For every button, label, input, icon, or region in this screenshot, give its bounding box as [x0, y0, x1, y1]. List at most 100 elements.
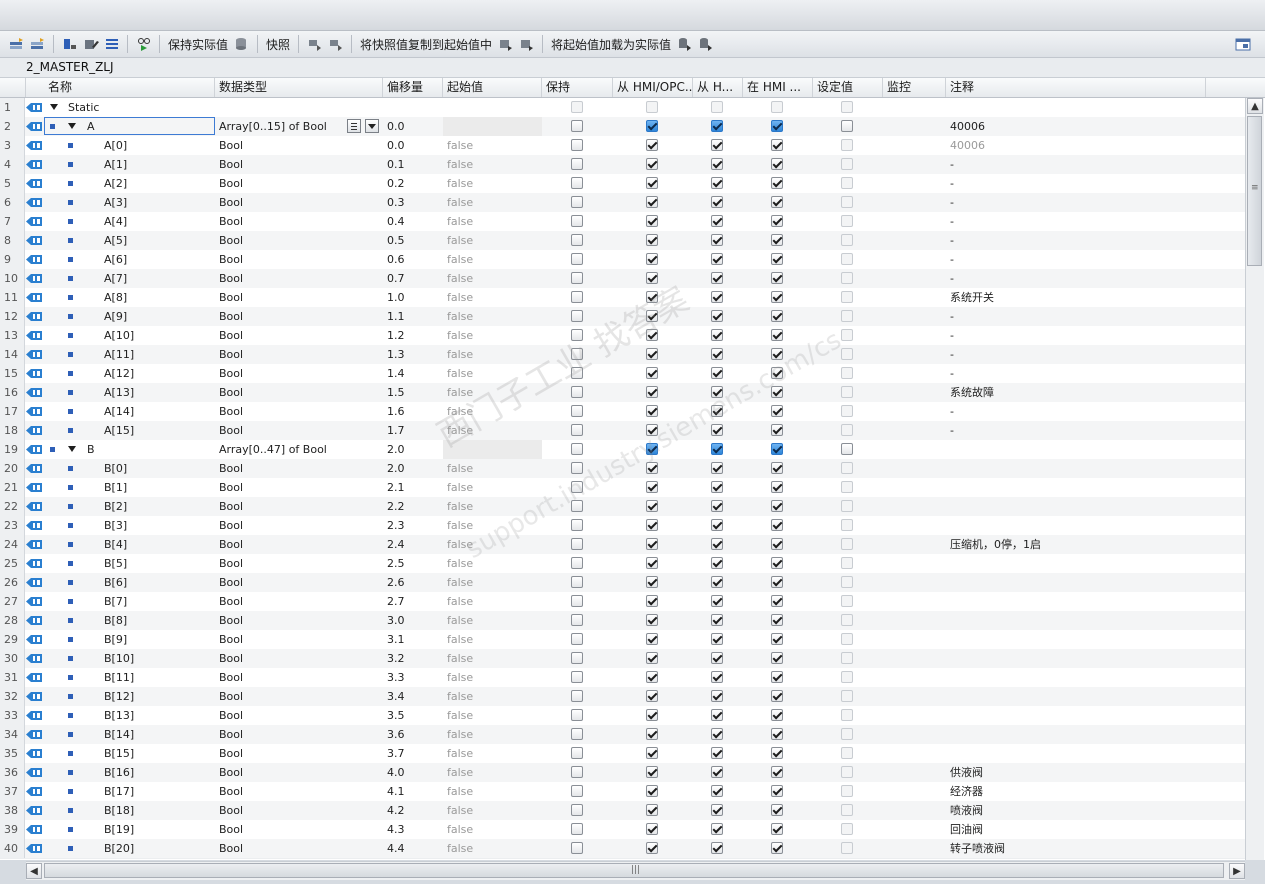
visible-hmi-checkbox[interactable] [771, 310, 783, 322]
data-type-cell[interactable]: Bool [215, 630, 383, 649]
accessible-hmi-checkbox[interactable] [646, 253, 658, 265]
accessible-hmi-checkbox[interactable] [646, 842, 658, 854]
table-row[interactable]: 3 A[0] Bool 0.0 false 40006 [0, 136, 1245, 156]
row-number[interactable]: 9 [0, 250, 25, 269]
start-value-cell[interactable] [443, 98, 542, 117]
visible-hmi-checkbox[interactable] [771, 804, 783, 816]
accessible-hmi-checkbox[interactable] [646, 424, 658, 436]
retain-checkbox[interactable] [571, 139, 583, 151]
retain-checkbox[interactable] [571, 215, 583, 227]
accessible-hmi-checkbox[interactable] [646, 690, 658, 702]
comment-cell[interactable]: - [946, 421, 1206, 440]
col-writable-hmi-header[interactable]: 从 H... [693, 78, 743, 97]
row-number[interactable]: 8 [0, 231, 25, 250]
insert-row-icon[interactable] [8, 37, 25, 52]
visible-hmi-checkbox[interactable] [771, 481, 783, 493]
retain-checkbox[interactable] [571, 462, 583, 474]
row-number[interactable]: 37 [0, 782, 25, 801]
visible-hmi-checkbox[interactable] [771, 253, 783, 265]
tag-name[interactable]: B[12] [104, 687, 134, 706]
row-number[interactable]: 11 [0, 288, 25, 307]
start-value-cell[interactable]: false [443, 763, 542, 782]
accessible-hmi-checkbox[interactable] [646, 367, 658, 379]
data-type-cell[interactable]: Bool [215, 402, 383, 421]
table-row[interactable]: 13 A[10] Bool 1.2 false - [0, 326, 1245, 346]
visible-hmi-checkbox[interactable] [771, 576, 783, 588]
visible-hmi-checkbox[interactable] [771, 196, 783, 208]
data-type-cell[interactable]: Array[0..47] of Bool [215, 440, 383, 459]
writable-hmi-checkbox[interactable] [711, 595, 723, 607]
table-row[interactable]: 27 B[7] Bool 2.7 false [0, 592, 1245, 612]
retain-checkbox[interactable] [571, 614, 583, 626]
writable-hmi-checkbox[interactable] [711, 234, 723, 246]
writable-hmi-checkbox[interactable] [711, 747, 723, 759]
visible-hmi-checkbox[interactable] [771, 329, 783, 341]
start-value-cell[interactable]: false [443, 421, 542, 440]
accessible-hmi-checkbox[interactable] [646, 329, 658, 341]
table-row[interactable]: 11 A[8] Bool 1.0 false 系统开关 [0, 288, 1245, 308]
start-value-cell[interactable]: false [443, 820, 542, 839]
visible-hmi-checkbox[interactable] [771, 386, 783, 398]
comment-cell[interactable] [946, 649, 1206, 668]
row-number[interactable]: 7 [0, 212, 25, 231]
start-value-cell[interactable]: false [443, 611, 542, 630]
writable-hmi-checkbox[interactable] [711, 367, 723, 379]
comment-cell[interactable] [946, 516, 1206, 535]
visible-hmi-checkbox[interactable] [771, 519, 783, 531]
visible-hmi-checkbox[interactable] [771, 728, 783, 740]
retain-checkbox[interactable] [571, 633, 583, 645]
type-dropdown-icon[interactable] [365, 119, 379, 133]
writable-hmi-checkbox[interactable] [711, 158, 723, 170]
accessible-hmi-checkbox[interactable] [646, 139, 658, 151]
row-number[interactable]: 2 [0, 117, 25, 136]
visible-hmi-checkbox[interactable] [771, 652, 783, 664]
tag-name[interactable]: B[3] [104, 516, 127, 535]
row-number[interactable]: 17 [0, 402, 25, 421]
writable-hmi-checkbox[interactable] [711, 576, 723, 588]
writable-hmi-checkbox[interactable] [711, 804, 723, 816]
retain-checkbox[interactable] [571, 747, 583, 759]
expand-icon[interactable] [61, 37, 78, 52]
table-row[interactable]: 38 B[18] Bool 4.2 false 喷液阀 [0, 801, 1245, 821]
table-row[interactable]: 29 B[9] Bool 3.1 false [0, 630, 1245, 650]
visible-hmi-checkbox[interactable] [771, 272, 783, 284]
data-type-cell[interactable]: Bool [215, 592, 383, 611]
writable-hmi-checkbox[interactable] [711, 690, 723, 702]
start-value-cell[interactable]: false [443, 535, 542, 554]
tag-name[interactable]: B[10] [104, 649, 134, 668]
table-row[interactable]: 5 A[2] Bool 0.2 false - [0, 174, 1245, 194]
database-icon[interactable] [233, 37, 250, 52]
col-start-value-header[interactable]: 起始值 [443, 78, 542, 97]
table-row[interactable]: 37 B[17] Bool 4.1 false 经济器 [0, 782, 1245, 802]
tag-name[interactable]: A[0] [104, 136, 127, 155]
comment-cell[interactable]: - [946, 326, 1206, 345]
accessible-hmi-checkbox[interactable] [646, 823, 658, 835]
tag-name[interactable]: B[17] [104, 782, 134, 801]
scroll-right-icon[interactable]: ▶ [1229, 863, 1245, 879]
start-value-cell[interactable]: false [443, 592, 542, 611]
accessible-hmi-checkbox[interactable] [646, 500, 658, 512]
data-type-cell[interactable]: Bool [215, 136, 383, 155]
accessible-hmi-checkbox[interactable] [646, 652, 658, 664]
data-type-cell[interactable]: Bool [215, 383, 383, 402]
writable-hmi-checkbox[interactable] [711, 215, 723, 227]
accessible-hmi-checkbox[interactable] [646, 348, 658, 360]
retain-checkbox[interactable] [571, 405, 583, 417]
writable-hmi-checkbox[interactable] [711, 139, 723, 151]
retain-checkbox[interactable] [571, 500, 583, 512]
retain-checkbox[interactable] [571, 728, 583, 740]
accessible-hmi-checkbox[interactable] [646, 215, 658, 227]
tag-name[interactable]: A[3] [104, 193, 127, 212]
table-row[interactable]: 40 B[20] Bool 4.4 false 转子喷液阀 [0, 839, 1245, 859]
start-value-cell[interactable]: false [443, 687, 542, 706]
retain-checkbox[interactable] [571, 120, 583, 132]
copy-arrow-icon[interactable] [497, 37, 514, 52]
writable-hmi-checkbox[interactable] [711, 253, 723, 265]
start-value-cell[interactable]: false [443, 155, 542, 174]
retain-checkbox[interactable] [571, 538, 583, 550]
data-type-cell[interactable]: Bool [215, 174, 383, 193]
accessible-hmi-checkbox[interactable] [646, 196, 658, 208]
retain-checkbox[interactable] [571, 348, 583, 360]
row-number[interactable]: 23 [0, 516, 25, 535]
comment-cell[interactable]: 经济器 [946, 782, 1206, 801]
